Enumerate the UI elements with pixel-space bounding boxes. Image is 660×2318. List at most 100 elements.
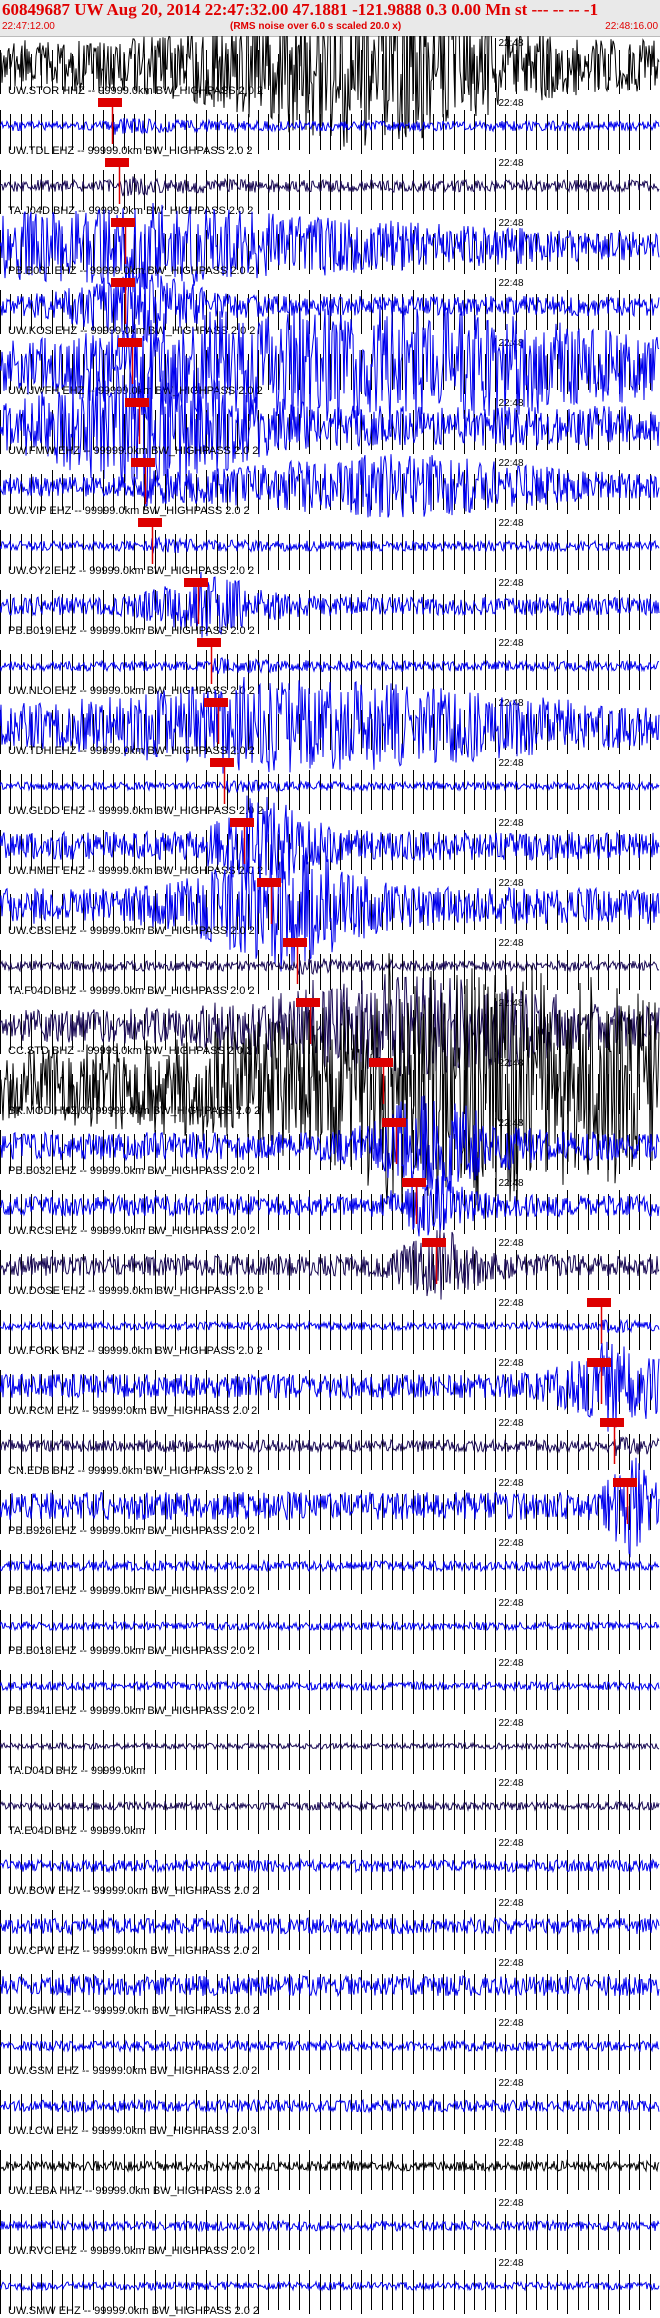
time-mark-label: 22:48 xyxy=(499,1118,524,1129)
pick-flag xyxy=(105,158,129,167)
time-mark-label: 22:48 xyxy=(499,1178,524,1189)
time-mark-label: 22:48 xyxy=(499,938,524,949)
time-mark-label: 22:48 xyxy=(499,638,524,649)
trace-label: UW.CBS EHZ -- 99999.0km BW_HIGHPASS 2.0 … xyxy=(8,925,255,937)
trace-waveform xyxy=(0,2159,660,2173)
trace-label: TA.J04D BHZ -- 99999.0km BW_HIGHPASS 2.0… xyxy=(8,205,253,217)
time-mark-label: 22:48 xyxy=(499,458,524,469)
pick-flag xyxy=(613,1478,637,1487)
pick-flag xyxy=(111,278,135,287)
pick-flag xyxy=(111,218,135,227)
trace-label: UW.STOR HHZ -- 99999.0km BW_HIGHPASS 2.0… xyxy=(8,85,263,97)
trace-waveform xyxy=(0,657,660,674)
time-mark-label: 22:48 xyxy=(499,1298,524,1309)
trace-label: UW.GHW EHZ -- 99999.0km BW_HIGHPASS 2.0 … xyxy=(8,2005,259,2017)
time-mark-label: 22:48 xyxy=(499,278,524,289)
trace-label: UW.TDL EHZ -- 99999.0km BW_HIGHPASS 2.0 … xyxy=(8,145,253,157)
time-mark-label: 22:48 xyxy=(499,1958,524,1969)
trace-label: PB.B018 EHZ -- 99999.0km BW_HIGHPASS 2.0… xyxy=(8,1645,255,1657)
time-mark-label: 22:48 xyxy=(499,1598,524,1609)
trace-waveform xyxy=(0,1318,660,1334)
time-mark-label: 22:48 xyxy=(499,2018,524,2029)
event-title: 60849687 UW Aug 20, 2014 22:47:32.00 47.… xyxy=(2,0,599,19)
time-mark-label: 22:48 xyxy=(499,398,524,409)
pick-flag xyxy=(257,878,281,887)
trace-waveform xyxy=(0,2219,660,2233)
pick-flag xyxy=(197,638,221,647)
time-mark-label: 22:48 xyxy=(499,1538,524,1549)
trace-label: UW.TDH EHZ -- 99999.0km BW_HIGHPASS 2.0 … xyxy=(8,745,255,757)
pick-flag xyxy=(118,338,142,347)
time-mark-label: 22:48 xyxy=(499,758,524,769)
time-mark-label: 22:48 xyxy=(499,518,524,529)
trace-label: UW.BOW EHZ -- 99999.0km BW_HIGHPASS 2.0 … xyxy=(8,1885,258,1897)
trace-waveform xyxy=(0,2098,660,2114)
time-mark-label: 22:48 xyxy=(499,1418,524,1429)
time-mark-label: 22:48 xyxy=(499,1778,524,1789)
start-time-label: 22:47:12.00 xyxy=(2,21,55,32)
trace-label: UW.LCW EHZ -- 99999.0km BW_HIGHPASS 2.0 … xyxy=(8,2125,257,2137)
trace-waveform xyxy=(0,1916,660,1936)
pick-flag xyxy=(369,1058,393,1067)
trace-label: UW.SMW EHZ -- 99999.0km BW_HIGHPASS 2.0 … xyxy=(8,2305,259,2317)
trace-label: UW.VIP EHZ -- 99999.0km BW_HIGHPASS 2.0 … xyxy=(8,505,250,517)
pick-flag xyxy=(422,1238,446,1247)
pick-flag xyxy=(131,458,155,467)
time-mark-label: 22:48 xyxy=(499,2138,524,2149)
pick-flag xyxy=(382,1118,406,1127)
time-mark-label: 22:48 xyxy=(499,2198,524,2209)
pick-flag xyxy=(402,1178,426,1187)
trace-label: UW.DOSE EHZ -- 99999.0km BW_HIGHPASS 2.0… xyxy=(8,1285,263,1297)
trace-label: CC.STD BHZ -- 99999.0km BW_HIGHPASS 2.0 … xyxy=(8,1045,252,1057)
trace-waveform xyxy=(0,1974,660,1998)
trace-waveform xyxy=(0,1800,660,1812)
rms-note: (RMS noise over 6.0 s scaled 20.0 x) xyxy=(230,21,402,32)
time-mark-label: 22:48 xyxy=(499,2078,524,2089)
time-mark-label: 22:48 xyxy=(499,158,524,169)
seismogram-plot: 22:48 UW.STOR HHZ -- 99999.0km BW_HIGHPAS… xyxy=(0,36,660,2318)
trace-label: UW.FORK BHZ -- 99999.0km BW_HIGHPASS 2.0… xyxy=(8,1345,263,1357)
trace-waveform xyxy=(0,2280,660,2292)
time-mark-label: 22:48 xyxy=(499,1478,524,1489)
trace-waveform xyxy=(0,536,660,554)
trace-waveform xyxy=(0,958,660,976)
trace-label: UW.OY2 EHZ -- 99999.0km BW_HIGHPASS 2.0 … xyxy=(8,565,254,577)
pick-flag xyxy=(204,698,228,707)
time-mark-label: 22:48 xyxy=(499,38,524,49)
trace-label: UW.NLO EHZ -- 99999.0km BW_HIGHPASS 2.0 … xyxy=(8,685,255,697)
trace-label: UW.GSM EHZ -- 99999.0km BW_HIGHPASS 2.0 … xyxy=(8,2065,257,2077)
time-mark-label: 22:48 xyxy=(499,818,524,829)
seismogram-chart: 22:48 UW.STOR HHZ -- 99999.0km BW_HIGHPAS… xyxy=(0,36,660,2317)
trace-label: CN.EDB BHZ -- 99999.0km BW_HIGHPASS 2.0 … xyxy=(8,1465,253,1477)
trace-label: PB.B031 EHZ -- 99999.0km BW_HIGHPASS 2.0… xyxy=(8,265,255,277)
trace-label: UW.GLDO EHZ -- 99999.0km BW_HIGHPASS 2.0… xyxy=(8,805,263,817)
time-mark-label: 22:48 xyxy=(499,1238,524,1249)
pick-flag xyxy=(138,518,162,527)
trace-label: TA.E04D BHZ -- 99999.0km xyxy=(8,1825,145,1837)
trace-waveform xyxy=(0,1680,660,1692)
trace-waveform xyxy=(0,1620,660,1632)
pick-flag xyxy=(230,818,254,827)
trace-label: UW.RCM EHZ -- 99999.0km BW_HIGHPASS 2.0 … xyxy=(8,1405,257,1417)
trace-label: PB.B019 EHZ -- 99999.0km BW_HIGHPASS 2.0… xyxy=(8,625,255,637)
time-mark-label: 22:48 xyxy=(499,2258,524,2269)
pick-flag xyxy=(587,1358,611,1367)
pick-flag xyxy=(587,1298,611,1307)
trace-label: UW.CPW EHZ -- 99999.0km BW_HIGHPASS 2.0 … xyxy=(8,1945,258,1957)
pick-flag xyxy=(283,938,307,947)
trace-label: PB.B941 EHZ -- 99999.0km BW_HIGHPASS 2.0… xyxy=(8,1705,255,1717)
trace-label: PB.B032 EHZ -- 99999.0km BW_HIGHPASS 2.0… xyxy=(8,1165,255,1177)
pick-flag xyxy=(296,998,320,1007)
trace-waveform xyxy=(0,1436,660,1457)
trace-label: PB.B926 EHZ -- 99999.0km BW_HIGHPASS 2.0… xyxy=(8,1525,255,1537)
pick-flag xyxy=(98,98,122,107)
time-mark-label: 22:48 xyxy=(499,1658,524,1669)
pick-flag xyxy=(210,758,234,767)
trace-label: UW.LEBA HHZ -- 99999.0km BW_HIGHPASS 2.0… xyxy=(8,2185,260,2197)
time-mark-label: 22:48 xyxy=(499,578,524,589)
trace-label: UW.RVC EHZ -- 99999.0km BW_HIGHPASS 2.0 … xyxy=(8,2245,255,2257)
pick-flag xyxy=(600,1418,624,1427)
trace-label: TA.F04D BHZ -- 99999.0km BW_HIGHPASS 2.0… xyxy=(8,985,255,997)
trace-waveform xyxy=(0,305,660,429)
trace-waveform xyxy=(0,2039,660,2053)
